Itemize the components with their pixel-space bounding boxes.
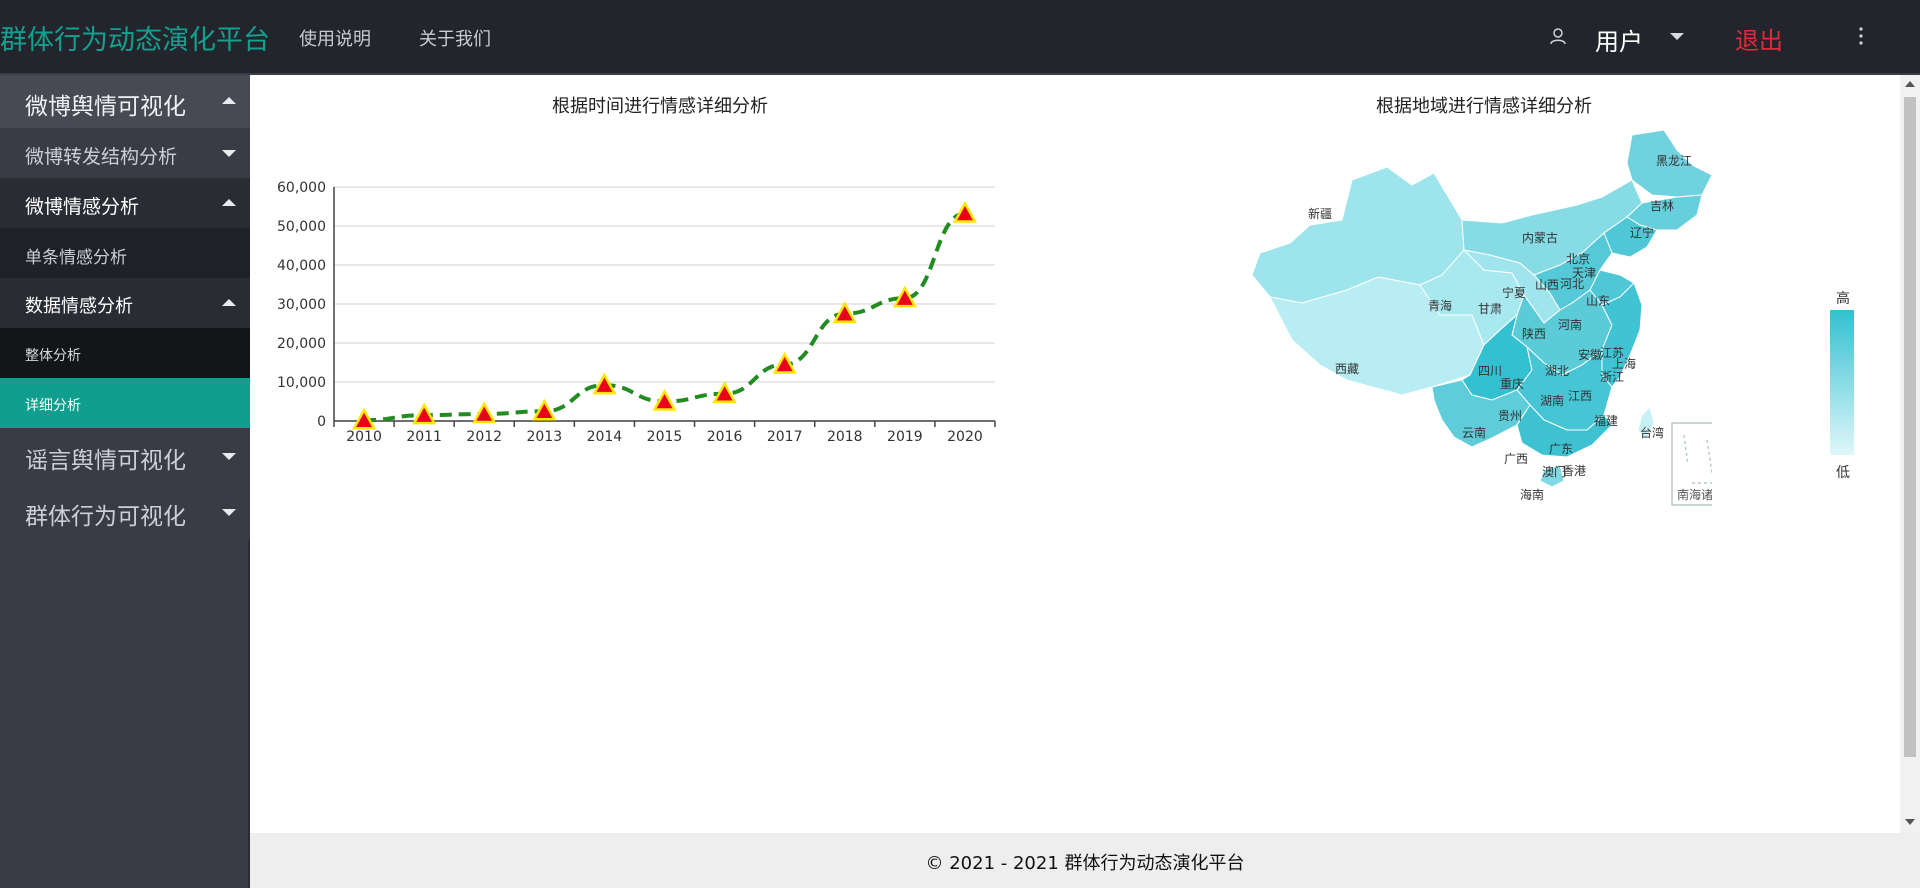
footer-copyright: © 2021 - 2021 群体行为动态演化平台: [925, 853, 1245, 874]
sidebar-item-single-sentiment[interactable]: 单条情感分析: [0, 228, 250, 278]
map-region-label: 云南: [1462, 425, 1486, 440]
map-region-label: 广东: [1549, 442, 1573, 456]
footer: © 2021 - 2021 群体行为动态演化平台: [250, 833, 1920, 888]
map-region-label: 上海: [1612, 356, 1636, 371]
scroll-up-arrow-icon[interactable]: [1905, 81, 1915, 87]
top-navbar: 群体行为动态演化平台 使用说明 关于我们 用户 退出: [0, 0, 1920, 75]
logout-button[interactable]: 退出: [1735, 21, 1783, 56]
sidebar-item-repost-structure[interactable]: 微博转发结构分析: [0, 128, 250, 178]
map-region-label: 西藏: [1335, 362, 1359, 376]
map-region-label: 湖南: [1540, 393, 1564, 408]
x-tick-label: 2017: [767, 429, 803, 445]
region-chart-title: 根据地域进行情感详细分析: [1376, 96, 1592, 117]
map-region-label: 广西: [1504, 452, 1528, 466]
map-region-label: 内蒙古: [1522, 230, 1558, 245]
sidebar-item-label: 群体行为可视化: [25, 504, 186, 530]
y-tick-label: 10,000: [277, 375, 326, 391]
chevron-down-icon: [222, 509, 236, 516]
sidebar-item-detail[interactable]: 详细分析: [0, 378, 250, 428]
map-region-label: 山东: [1586, 294, 1610, 308]
chevron-down-icon: [222, 453, 236, 460]
y-tick-label: 20,000: [277, 336, 326, 352]
main-content: 根据时间进行情感详细分析 0 10,000 20,000 30,000 40,000 50…: [252, 75, 1900, 833]
brand-title[interactable]: 群体行为动态演化平台: [0, 18, 270, 57]
chevron-up-icon: [222, 299, 236, 306]
y-tick-label: 30,000: [277, 297, 326, 313]
sidebar-item-group-behavior[interactable]: 群体行为可视化: [0, 484, 250, 540]
legend-gradient-bar[interactable]: [1830, 310, 1854, 455]
sidebar-item-label: 微博情感分析: [25, 196, 140, 218]
x-tick-label: 2019: [887, 429, 923, 445]
map-region-label: 黑龙江: [1656, 154, 1692, 168]
x-tick-label: 2011: [406, 429, 442, 445]
map-region-label: 新疆: [1308, 206, 1332, 221]
sidebar-item-weibo-opinion[interactable]: 微博舆情可视化: [0, 75, 250, 128]
more-menu-icon[interactable]: [1858, 26, 1864, 46]
x-tick-label: 2016: [707, 429, 743, 445]
sidebar-item-label: 微博舆情可视化: [25, 94, 186, 120]
map-region-label: 四川: [1478, 364, 1502, 378]
map-region-label: 台湾: [1640, 425, 1664, 440]
data-point-marker: [952, 200, 978, 223]
chevron-down-icon: [222, 150, 236, 157]
map-region-label: 海南: [1520, 487, 1544, 502]
map-region-label: 陕西: [1522, 326, 1546, 341]
sidebar-item-label: 谣言舆情可视化: [25, 448, 186, 474]
chevron-up-icon: [222, 199, 236, 206]
y-tick-label: 60,000: [277, 180, 326, 196]
map-region-label: 北京: [1566, 252, 1590, 266]
map-region-label: 江西: [1568, 389, 1592, 403]
sidebar-item-label: 微博转发结构分析: [25, 146, 178, 168]
map-region-label: 安徽: [1578, 347, 1602, 362]
scroll-down-arrow-icon[interactable]: [1905, 819, 1915, 825]
sidebar-item-label: 详细分析: [25, 398, 81, 414]
nav-link-about[interactable]: 关于我们: [419, 25, 491, 51]
x-tick-label: 2013: [526, 429, 562, 445]
map-region-label: 山西: [1535, 278, 1559, 292]
china-map-chart[interactable]: 南海诸岛 黑龙江吉林辽宁内蒙古新疆青海西藏甘肃宁夏北京天津河北山西山东陕西河南四…: [1172, 125, 1712, 585]
legend-low-label: 低: [1836, 465, 1850, 481]
vertical-scrollbar[interactable]: [1900, 75, 1920, 833]
y-tick-label: 40,000: [277, 258, 326, 274]
map-region-label: 浙江: [1600, 370, 1624, 384]
time-line-chart[interactable]: 0 10,000 20,000 30,000 40,000 50,000 60,000 201…: [252, 75, 1012, 575]
map-region-label: 甘肃: [1478, 302, 1502, 316]
map-region-label: 湖北: [1545, 363, 1569, 378]
map-region-label: 贵州: [1498, 409, 1522, 423]
map-region-label: 福建: [1594, 413, 1618, 428]
map-region-label: 香港: [1562, 464, 1586, 478]
scrollbar-thumb[interactable]: [1904, 97, 1916, 757]
nav-link-usage[interactable]: 使用说明: [299, 25, 371, 51]
sidebar: 微博舆情可视化 微博转发结构分析 微博情感分析 单条情感分析 数据情感分析 整体…: [0, 75, 250, 888]
user-icon[interactable]: [1548, 26, 1568, 46]
map-region-label: 吉林: [1650, 199, 1674, 213]
chevron-down-icon[interactable]: [1670, 33, 1684, 40]
map-region-label: 河北: [1560, 277, 1584, 291]
sidebar-item-label: 整体分析: [25, 348, 81, 364]
map-region-label: 重庆: [1500, 377, 1524, 391]
sidebar-item-sentiment[interactable]: 微博情感分析: [0, 178, 250, 228]
map-region-label: 辽宁: [1630, 225, 1654, 240]
map-region-label: 河南: [1558, 317, 1582, 332]
x-tick-label: 2012: [466, 429, 502, 445]
map-region-label: 青海: [1428, 298, 1452, 313]
chevron-up-icon: [222, 97, 236, 104]
sidebar-item-overall[interactable]: 整体分析: [0, 328, 250, 378]
sidebar-item-label: 数据情感分析: [25, 296, 133, 317]
inset-label: 南海诸岛: [1677, 487, 1712, 502]
user-menu-label[interactable]: 用户: [1595, 22, 1643, 57]
x-tick-label: 2014: [587, 429, 623, 445]
sidebar-item-rumor[interactable]: 谣言舆情可视化: [0, 428, 250, 484]
x-tick-label: 2015: [647, 429, 683, 445]
x-tick-label: 2018: [827, 429, 863, 445]
y-tick-label: 50,000: [277, 219, 326, 235]
sidebar-item-data-sentiment[interactable]: 数据情感分析: [0, 278, 250, 328]
x-tick-label: 2020: [947, 429, 983, 445]
y-tick-label: 0: [317, 414, 326, 430]
sidebar-item-label: 单条情感分析: [25, 248, 127, 268]
x-tick-label: 2010: [346, 429, 382, 445]
map-region-label: 宁夏: [1502, 285, 1526, 300]
data-point-marker: [472, 401, 497, 424]
legend-high-label: 高: [1836, 291, 1850, 307]
